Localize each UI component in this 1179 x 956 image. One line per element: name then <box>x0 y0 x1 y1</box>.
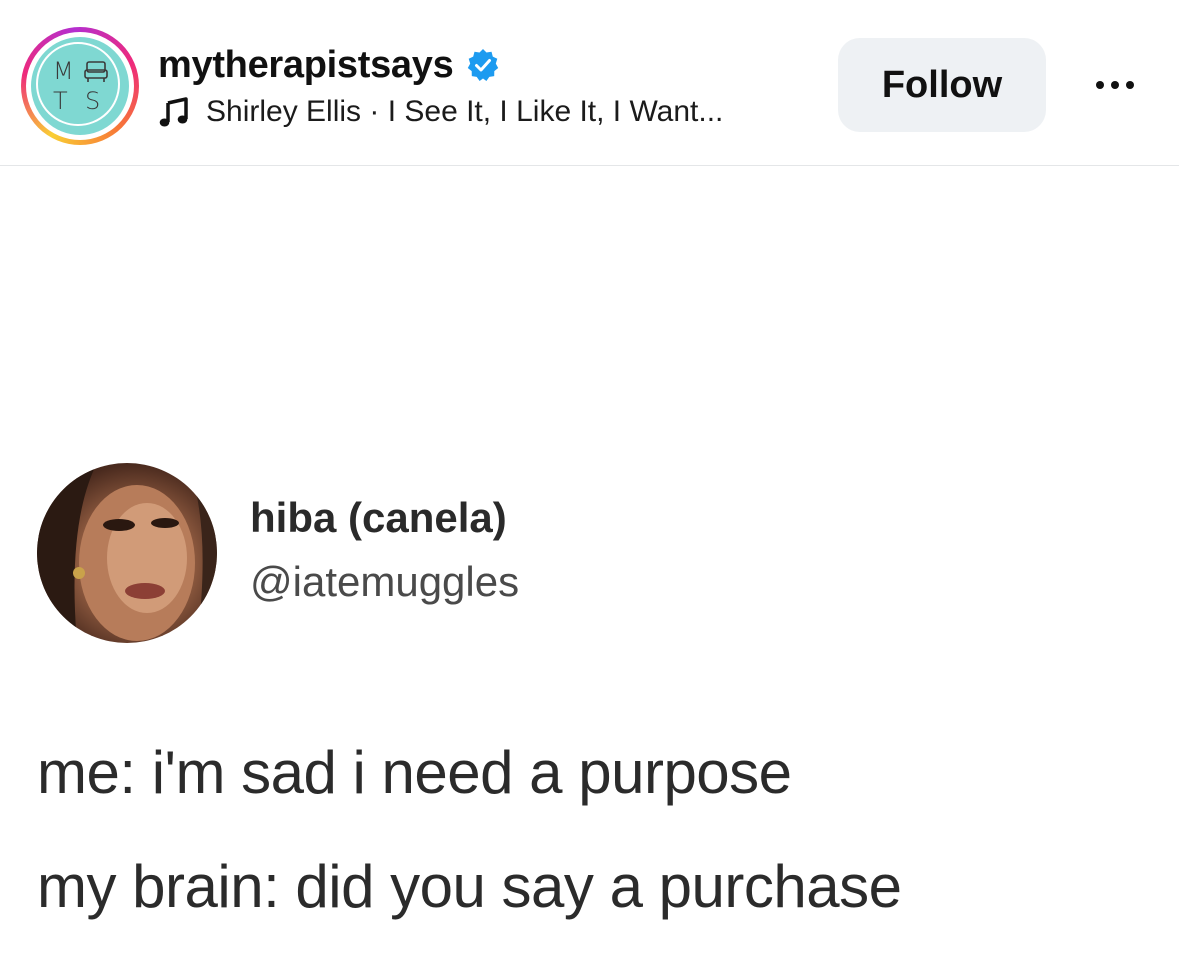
audio-track-row[interactable]: Shirley Ellis · I See It, I Like It, I W… <box>158 90 723 134</box>
more-options-icon[interactable] <box>1080 60 1150 110</box>
portrait-image <box>37 463 217 643</box>
username-link[interactable]: mytherapistsays <box>158 44 454 87</box>
audio-track-label: Shirley Ellis · I See It, I Like It, I W… <box>206 95 724 128</box>
logo-letter-t: T <box>53 87 68 115</box>
username-row: mytherapistsays <box>158 40 501 90</box>
post-image[interactable]: hiba (canela) @iatemuggles me: i'm sad i… <box>0 166 1179 956</box>
profile-avatar[interactable]: M T S <box>21 27 139 145</box>
tweet-display-name: hiba (canela) <box>250 494 507 541</box>
logo-letter-s: S <box>85 87 101 115</box>
post-header: M T S mytherapistsays Shirley Ellis · I … <box>0 0 1179 166</box>
tweet-text-line-1: me: i'm sad i need a purpose <box>37 739 792 806</box>
follow-button[interactable]: Follow <box>838 38 1046 132</box>
tweet-text-line-2: my brain: did you say a purchase <box>37 853 902 920</box>
armchair-icon <box>84 61 108 82</box>
logo-letter-m: M <box>53 57 74 85</box>
music-note-icon <box>158 95 192 129</box>
profile-logo: M T S <box>31 37 129 135</box>
verified-badge-icon <box>465 47 501 83</box>
tweet-handle: @iatemuggles <box>250 558 520 605</box>
tweet-author-avatar <box>37 463 217 643</box>
post-view: M T S mytherapistsays Shirley Ellis · I … <box>0 0 1179 956</box>
